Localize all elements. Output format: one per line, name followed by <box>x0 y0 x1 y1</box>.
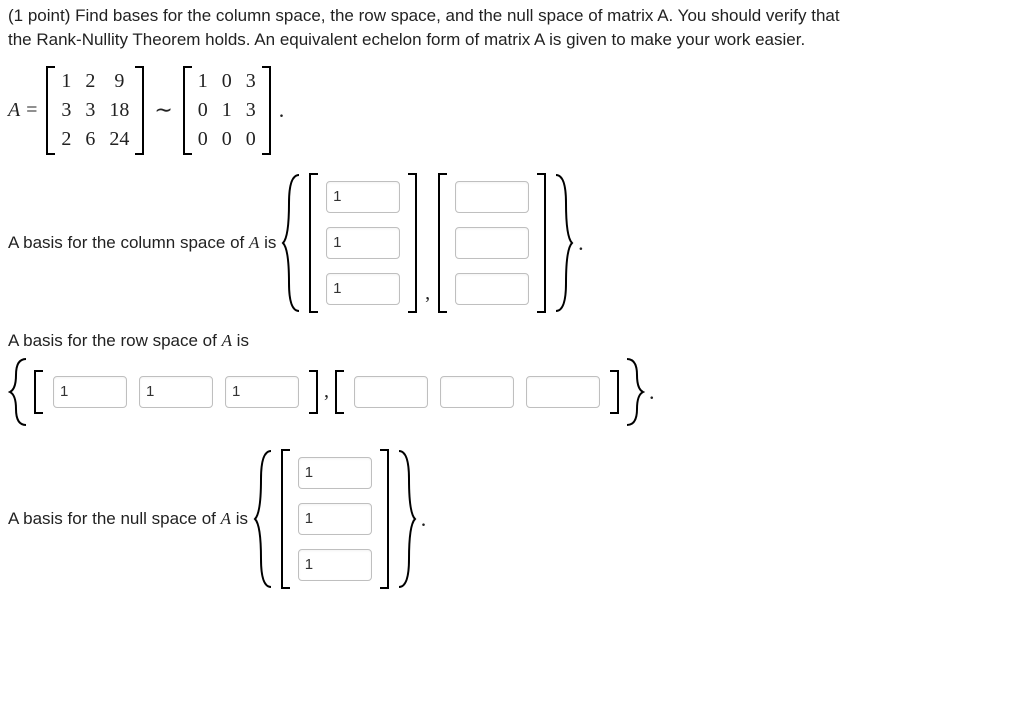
lhs-label: A = <box>8 99 38 122</box>
left-curly-brace <box>8 357 32 427</box>
answer-input[interactable] <box>455 273 529 305</box>
label-text: A basis for the row space of <box>8 331 222 350</box>
right-curly-brace <box>550 173 574 313</box>
cell: 24 <box>109 128 129 151</box>
label-tail: is <box>231 509 248 528</box>
cell: 3 <box>246 99 256 122</box>
comma: , <box>425 282 430 313</box>
problem-statement: (1 point) Find bases for the column spac… <box>8 4 1016 52</box>
cell: 6 <box>85 128 95 151</box>
matrix-letter: A <box>249 233 259 252</box>
answer-input[interactable]: 1 <box>326 227 400 259</box>
matrix-letter: A <box>222 331 232 350</box>
answer-input[interactable] <box>354 376 428 408</box>
label-tail: is <box>259 233 276 252</box>
problem-line-2: the Rank-Nullity Theorem holds. An equiv… <box>8 30 805 49</box>
cell: 0 <box>222 70 232 93</box>
points-label: (1 point) <box>8 6 70 25</box>
matrix-letter: A <box>221 509 231 528</box>
cell: 0 <box>198 99 208 122</box>
col-vec-2 <box>438 173 546 313</box>
cell: 1 <box>222 99 232 122</box>
row-vec-2 <box>335 370 619 414</box>
period: . <box>279 97 285 123</box>
answer-input[interactable]: 1 <box>298 457 372 489</box>
answer-input[interactable] <box>455 181 529 213</box>
cell: 1 <box>61 70 71 93</box>
cell: 9 <box>114 70 124 93</box>
col-vec-1: 1 1 1 <box>309 173 417 313</box>
col-space-label: A basis for the column space of A is <box>8 233 276 253</box>
comma: , <box>324 380 329 403</box>
row-space-section: A basis for the row space of A is 1 1 1 … <box>8 331 1016 427</box>
cell: 3 <box>61 99 71 122</box>
right-curly-brace <box>393 449 417 589</box>
left-curly-brace <box>253 449 277 589</box>
answer-input[interactable] <box>440 376 514 408</box>
period: . <box>421 506 427 532</box>
row-vec-1: 1 1 1 <box>34 370 318 414</box>
answer-input[interactable]: 1 <box>53 376 127 408</box>
cell: 0 <box>222 128 232 151</box>
answer-input[interactable]: 1 <box>326 273 400 305</box>
label-tail: is <box>232 331 249 350</box>
null-space-label: A basis for the null space of A is <box>8 509 248 529</box>
cell: 2 <box>61 128 71 151</box>
cell: 1 <box>198 70 208 93</box>
label-text: A basis for the null space of <box>8 509 221 528</box>
answer-input[interactable] <box>455 227 529 259</box>
null-space-section: A basis for the null space of A is 1 1 1… <box>8 449 1016 589</box>
answer-input[interactable]: 1 <box>139 376 213 408</box>
period: . <box>649 379 655 405</box>
answer-input[interactable]: 1 <box>298 503 372 535</box>
period: . <box>578 230 584 256</box>
matrix-A: 1 2 9 3 3 18 2 6 24 <box>46 66 144 155</box>
cell: 3 <box>246 70 256 93</box>
cell: 3 <box>85 99 95 122</box>
null-vec: 1 1 1 <box>281 449 389 589</box>
matrix-E: 1 0 3 0 1 3 0 0 0 <box>183 66 271 155</box>
cell: 2 <box>85 70 95 93</box>
label-text: A basis for the column space of <box>8 233 249 252</box>
row-space-label: A basis for the row space of A is <box>8 331 1016 351</box>
column-space-section: A basis for the column space of A is 1 1… <box>8 173 1016 313</box>
cell: 0 <box>198 128 208 151</box>
matrix-definition: A = 1 2 9 3 3 18 2 6 24 ∼ 1 0 3 0 1 3 0 … <box>8 66 1016 155</box>
answer-input[interactable]: 1 <box>326 181 400 213</box>
cell: 18 <box>109 99 129 122</box>
left-curly-brace <box>281 173 305 313</box>
problem-line-1: Find bases for the column space, the row… <box>75 6 840 25</box>
answer-input[interactable]: 1 <box>298 549 372 581</box>
answer-input[interactable]: 1 <box>225 376 299 408</box>
cell: 0 <box>246 128 256 151</box>
right-curly-brace <box>621 357 645 427</box>
answer-input[interactable] <box>526 376 600 408</box>
tilde: ∼ <box>154 97 172 123</box>
